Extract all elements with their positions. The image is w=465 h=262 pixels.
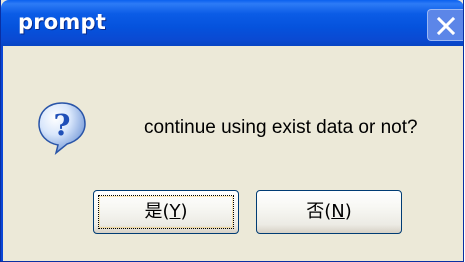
no-button[interactable]: 否(N) (256, 190, 402, 234)
yes-button[interactable]: 是(Y) (93, 190, 239, 234)
title-bar[interactable]: prompt (1, 0, 463, 46)
no-button-label: 否(N) (306, 201, 352, 222)
yes-button-label: 是(Y) (144, 201, 188, 222)
window-title: prompt (18, 10, 106, 34)
prompt-dialog: prompt ? continue using exist data or no… (0, 0, 464, 262)
svg-text:?: ? (54, 108, 71, 142)
close-icon (436, 16, 456, 36)
question-icon: ? (38, 102, 86, 156)
close-button[interactable] (427, 9, 463, 41)
message-text: continue using exist data or not? (144, 117, 418, 138)
